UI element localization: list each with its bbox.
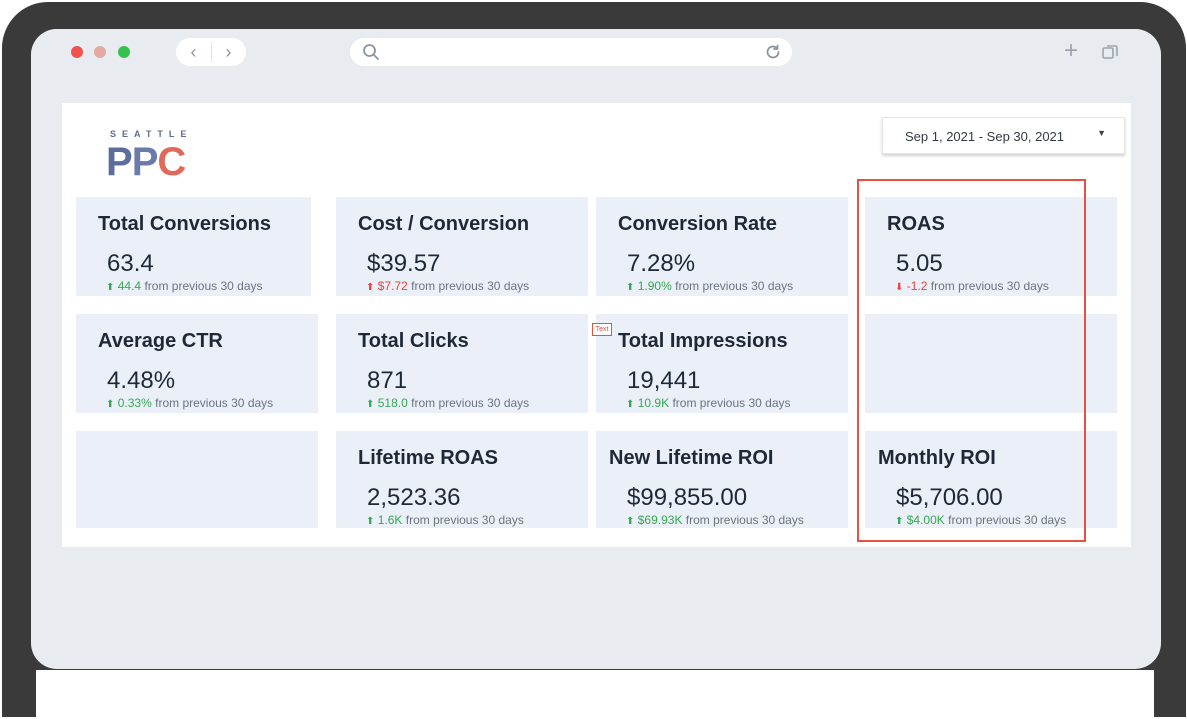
card-delta: 0.33% (117, 396, 152, 410)
card-change: ⬇ -1.2 from previous 30 days (895, 279, 1049, 293)
card-value: 63.4 (107, 250, 154, 277)
reload-icon[interactable] (764, 43, 782, 61)
card-title: Conversion Rate (618, 213, 777, 235)
card-change: ⬆ 1.90% from previous 30 days (626, 279, 793, 293)
card-change: ⬆ $69.93K from previous 30 days (626, 513, 804, 527)
arrow-up-icon: ⬆ (626, 399, 635, 410)
card-delta: 10.9K (637, 396, 670, 410)
card-value: 5.05 (896, 250, 943, 277)
card-delta-suffix: from previous 30 days (411, 279, 530, 293)
report-canvas: SEATTLE PPC Sep 1, 2021 - Sep 30, 2021 ▼… (62, 103, 1131, 547)
scorecard-cost-conversion[interactable]: Cost / Conversion $39.57 ⬆ $7.72 from pr… (336, 197, 588, 296)
card-change: ⬆ 0.33% from previous 30 days (106, 396, 273, 410)
device-frame: ‹ › + SEATTLE PPC Sep 1, 2021 - Sep 30, … (2, 2, 1186, 719)
chevron-left-icon[interactable]: ‹ (176, 38, 211, 66)
search-icon (363, 44, 379, 60)
card-delta: 1.6K (377, 513, 403, 527)
card-value: 871 (367, 367, 408, 394)
card-value: $39.57 (367, 250, 441, 277)
card-delta-suffix: from previous 30 days (411, 396, 530, 410)
card-change: ⬆ $4.00K from previous 30 days (895, 513, 1066, 527)
card-change: ⬆ $7.72 from previous 30 days (366, 279, 529, 293)
browser-titlebar: ‹ › + (31, 29, 1161, 75)
scorecard-average-ctr[interactable]: Average CTR 4.48% ⬆ 0.33% from previous … (76, 314, 318, 413)
date-range-label: Sep 1, 2021 - Sep 30, 2021 (905, 129, 1065, 144)
card-title: New Lifetime ROI (609, 447, 774, 469)
arrow-up-icon: ⬆ (626, 282, 635, 293)
scorecard-new-lifetime-roi[interactable]: New Lifetime ROI $99,855.00 ⬆ $69.93K fr… (596, 431, 848, 528)
chevron-right-icon[interactable]: › (211, 38, 246, 66)
card-title: Lifetime ROAS (358, 447, 499, 469)
scorecard-roas[interactable]: ROAS 5.05 ⬇ -1.2 from previous 30 days (865, 197, 1117, 296)
card-change: ⬆ 44.4 from previous 30 days (106, 279, 263, 293)
card-change: ⬆ 518.0 from previous 30 days (366, 396, 529, 410)
card-delta-suffix: from previous 30 days (155, 396, 274, 410)
card-title: Total Impressions (618, 330, 788, 352)
card-delta: $7.72 (377, 279, 408, 293)
card-delta-suffix: from previous 30 days (930, 279, 1049, 293)
card-delta-suffix: from previous 30 days (685, 513, 804, 527)
arrow-up-icon: ⬆ (366, 516, 375, 527)
minimize-window-button[interactable] (94, 46, 106, 58)
scorecard-total-conversions[interactable]: Total Conversions 63.4 ⬆ 44.4 from previ… (76, 197, 311, 296)
card-value: 7.28% (627, 250, 696, 277)
arrow-up-icon: ⬆ (106, 282, 115, 293)
card-delta-suffix: from previous 30 days (948, 513, 1067, 527)
card-title: Total Conversions (98, 213, 271, 235)
scorecard-lifetime-roas[interactable]: Lifetime ROAS 2,523.36 ⬆ 1.6K from previ… (336, 431, 588, 528)
card-value: 2,523.36 (367, 484, 461, 511)
date-range-picker[interactable]: Sep 1, 2021 - Sep 30, 2021 ▼ (882, 117, 1125, 154)
card-delta: 44.4 (117, 279, 142, 293)
arrow-up-icon: ⬆ (626, 516, 635, 527)
caret-down-icon: ▼ (1097, 128, 1106, 138)
card-title: Average CTR (98, 330, 223, 352)
card-delta: 518.0 (377, 396, 408, 410)
scorecard-conversion-rate[interactable]: Conversion Rate 7.28% ⬆ 1.90% from previ… (596, 197, 848, 296)
card-change: ⬆ 1.6K from previous 30 days (366, 513, 524, 527)
card-change: ⬆ 10.9K from previous 30 days (626, 396, 791, 410)
arrow-up-icon: ⬆ (895, 516, 904, 527)
logo-tagline: SEATTLE (110, 129, 193, 139)
card-delta-suffix: from previous 30 days (405, 513, 524, 527)
arrow-down-icon: ⬇ (895, 282, 904, 293)
arrow-up-icon: ⬆ (366, 282, 375, 293)
arrow-up-icon: ⬆ (106, 399, 115, 410)
card-title: ROAS (887, 213, 945, 235)
card-delta: $4.00K (906, 513, 945, 527)
address-bar[interactable] (350, 38, 792, 66)
card-title: Cost / Conversion (358, 213, 530, 235)
browser-window: ‹ › + SEATTLE PPC Sep 1, 2021 - Sep 30, … (31, 29, 1161, 669)
scorecard-empty (76, 431, 318, 528)
card-delta-suffix: from previous 30 days (672, 396, 791, 410)
card-delta-suffix: from previous 30 days (144, 279, 263, 293)
card-delta-suffix: from previous 30 days (675, 279, 794, 293)
text-element-tag[interactable]: Text (592, 323, 612, 336)
nav-buttons: ‹ › (176, 38, 246, 66)
maximize-window-button[interactable] (118, 46, 130, 58)
arrow-up-icon: ⬆ (366, 399, 375, 410)
close-window-button[interactable] (71, 46, 83, 58)
tabs-icon[interactable] (1101, 43, 1119, 61)
logo-wordmark: PPC (106, 140, 186, 184)
company-logo: SEATTLE PPC (106, 129, 206, 185)
card-delta: -1.2 (906, 279, 928, 293)
plus-icon[interactable]: + (1061, 39, 1081, 63)
card-value: 4.48% (107, 367, 176, 394)
card-delta: 1.90% (637, 279, 672, 293)
card-delta: $69.93K (637, 513, 683, 527)
scorecard-total-impressions[interactable]: Total Impressions 19,441 ⬆ 10.9K from pr… (596, 314, 848, 413)
card-title: Total Clicks (358, 330, 469, 352)
device-base (36, 670, 1154, 719)
card-title: Monthly ROI (878, 447, 996, 469)
scorecard-empty (865, 314, 1117, 413)
scorecard-monthly-roi[interactable]: Monthly ROI $5,706.00 ⬆ $4.00K from prev… (865, 431, 1117, 528)
card-value: $99,855.00 (627, 484, 748, 511)
card-value: 19,441 (627, 367, 701, 394)
scorecard-total-clicks[interactable]: Total Clicks 871 ⬆ 518.0 from previous 3… (336, 314, 588, 413)
card-value: $5,706.00 (896, 484, 1003, 511)
